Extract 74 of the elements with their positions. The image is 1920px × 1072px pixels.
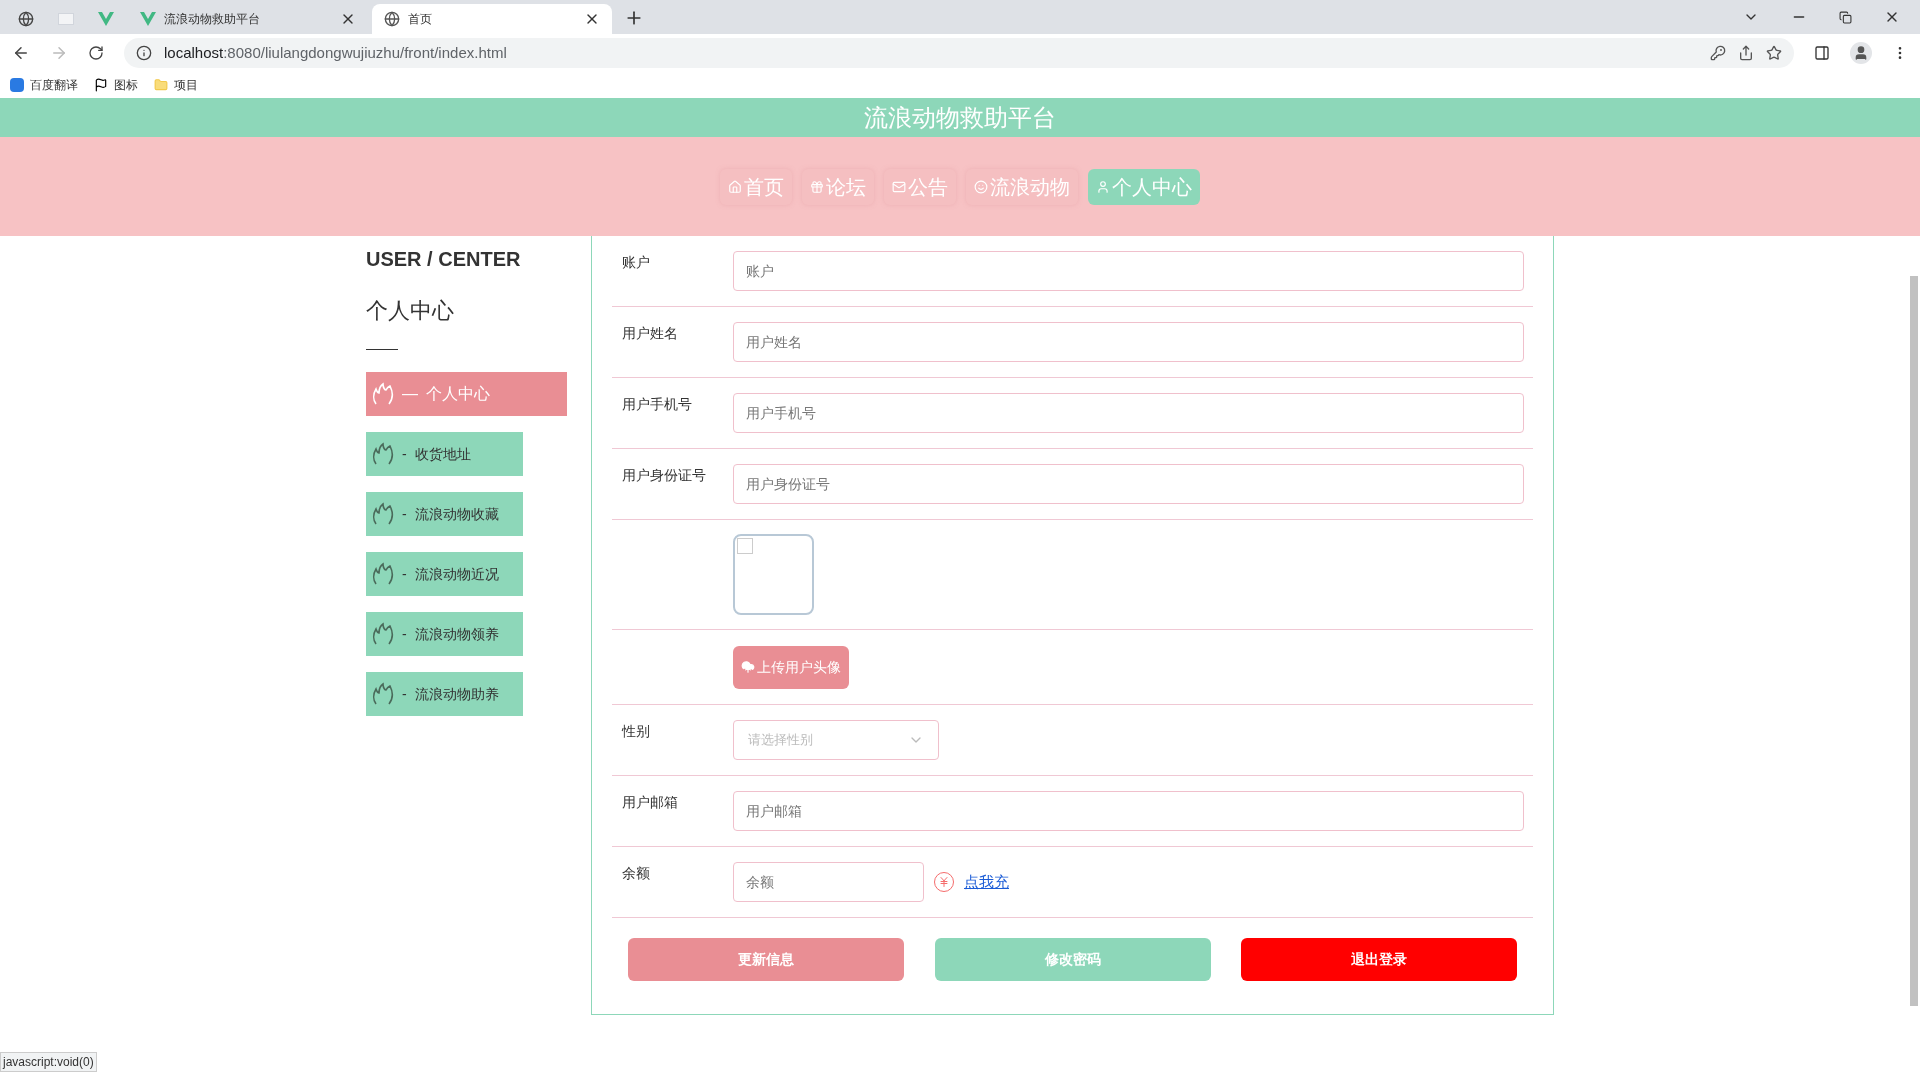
globe-icon xyxy=(384,11,400,27)
profile-icon[interactable] xyxy=(1850,42,1872,64)
scrollbar[interactable] xyxy=(1910,276,1918,1006)
item-label: 个人中心 xyxy=(426,384,490,404)
url-text: localhost:8080/liulangdongwujiuzhu/front/index.html xyxy=(164,42,507,63)
item-dash: - xyxy=(402,564,407,584)
item-dash: - xyxy=(402,444,407,464)
info-icon xyxy=(136,45,152,61)
v-logo-icon xyxy=(140,12,156,26)
item-dash: - xyxy=(402,684,407,704)
translate-icon xyxy=(10,78,24,92)
broken-image-icon xyxy=(737,538,753,554)
text-field[interactable]: 用户姓名 xyxy=(733,322,1524,362)
field-label: 用户姓名 xyxy=(621,324,679,343)
item-dash: — xyxy=(402,384,418,404)
sidebar-item[interactable]: - 流浪动物助养 xyxy=(366,672,523,716)
flame-icon xyxy=(372,682,394,706)
flame-icon xyxy=(372,502,394,526)
flag-icon xyxy=(94,78,108,92)
sidebar-item[interactable]: - 流浪动物领养 xyxy=(366,612,523,656)
bookmark[interactable]: 图标 xyxy=(94,76,138,94)
tab-title: 首页 xyxy=(408,11,433,28)
flame-icon xyxy=(372,562,394,586)
text-field[interactable]: 用户手机号 xyxy=(733,393,1524,433)
action-button[interactable]: 退出登录 xyxy=(1241,938,1517,981)
reload-icon[interactable] xyxy=(88,45,104,61)
text-field[interactable]: 用户邮箱 xyxy=(733,791,1524,831)
field-label: 余额 xyxy=(621,864,651,883)
share-icon[interactable] xyxy=(1738,45,1754,61)
mail-icon xyxy=(892,179,906,194)
globe-icon[interactable] xyxy=(18,11,34,27)
text-field[interactable]: 账户 xyxy=(733,251,1524,291)
status-bar: javascript:void(0) xyxy=(0,1052,97,1072)
user-icon xyxy=(1096,179,1110,194)
gift-icon xyxy=(810,179,824,194)
sidebar-item[interactable]: - 流浪动物收藏 xyxy=(366,492,523,536)
bookmark[interactable]: 项目 xyxy=(154,76,198,94)
tab-title: 流浪动物救助平台 xyxy=(164,11,261,28)
item-dash: - xyxy=(402,624,407,644)
item-dash: - xyxy=(402,504,407,524)
field-label: 用户邮箱 xyxy=(621,793,679,812)
item-label: 流浪动物领养 xyxy=(414,624,499,644)
field-label: 用户身份证号 xyxy=(621,466,707,485)
text-field[interactable]: 用户身份证号 xyxy=(733,464,1524,504)
site-title: 流浪动物救助平台 xyxy=(864,102,1056,133)
sidebar-item[interactable]: - 流浪动物近况 xyxy=(366,552,523,596)
field-label: 账户 xyxy=(621,253,651,272)
upload-icon xyxy=(741,660,755,674)
item-label: 收货地址 xyxy=(414,444,471,464)
smile-icon xyxy=(974,179,988,194)
recharge-link[interactable]: 点我充 xyxy=(964,870,1009,894)
sidebar-title: USER / CENTER xyxy=(366,247,522,272)
field-label: 用户手机号 xyxy=(621,395,693,414)
flame-icon xyxy=(372,442,394,466)
address-bar[interactable]: localhost:8080/liulangdongwujiuzhu/front/index.html xyxy=(124,38,1794,68)
browser-tab[interactable]: 流浪动物救助平台 xyxy=(128,4,368,34)
item-label: 流浪动物收藏 xyxy=(414,504,499,524)
restore-icon[interactable] xyxy=(1839,10,1852,24)
home-icon xyxy=(728,179,742,194)
flame-icon xyxy=(372,622,394,646)
item-label: 流浪动物助养 xyxy=(414,684,499,704)
balance-field[interactable]: 余额 xyxy=(733,862,924,902)
side-panel-icon[interactable] xyxy=(1814,45,1830,61)
folder-icon xyxy=(154,78,168,92)
bookmark[interactable]: 百度翻译 xyxy=(10,76,78,94)
flame-icon xyxy=(372,382,394,406)
key-icon[interactable] xyxy=(1710,45,1726,61)
sidebar-subtitle: 个人中心 xyxy=(366,297,455,325)
item-label: 流浪动物近况 xyxy=(414,564,499,584)
bookmark-star-icon[interactable] xyxy=(1766,45,1782,61)
browser-tab[interactable]: 首页 xyxy=(372,4,612,34)
sidebar-item[interactable]: - 收货地址 xyxy=(366,432,523,476)
back-icon[interactable] xyxy=(12,44,30,62)
field-label: 性别 xyxy=(620,722,651,741)
